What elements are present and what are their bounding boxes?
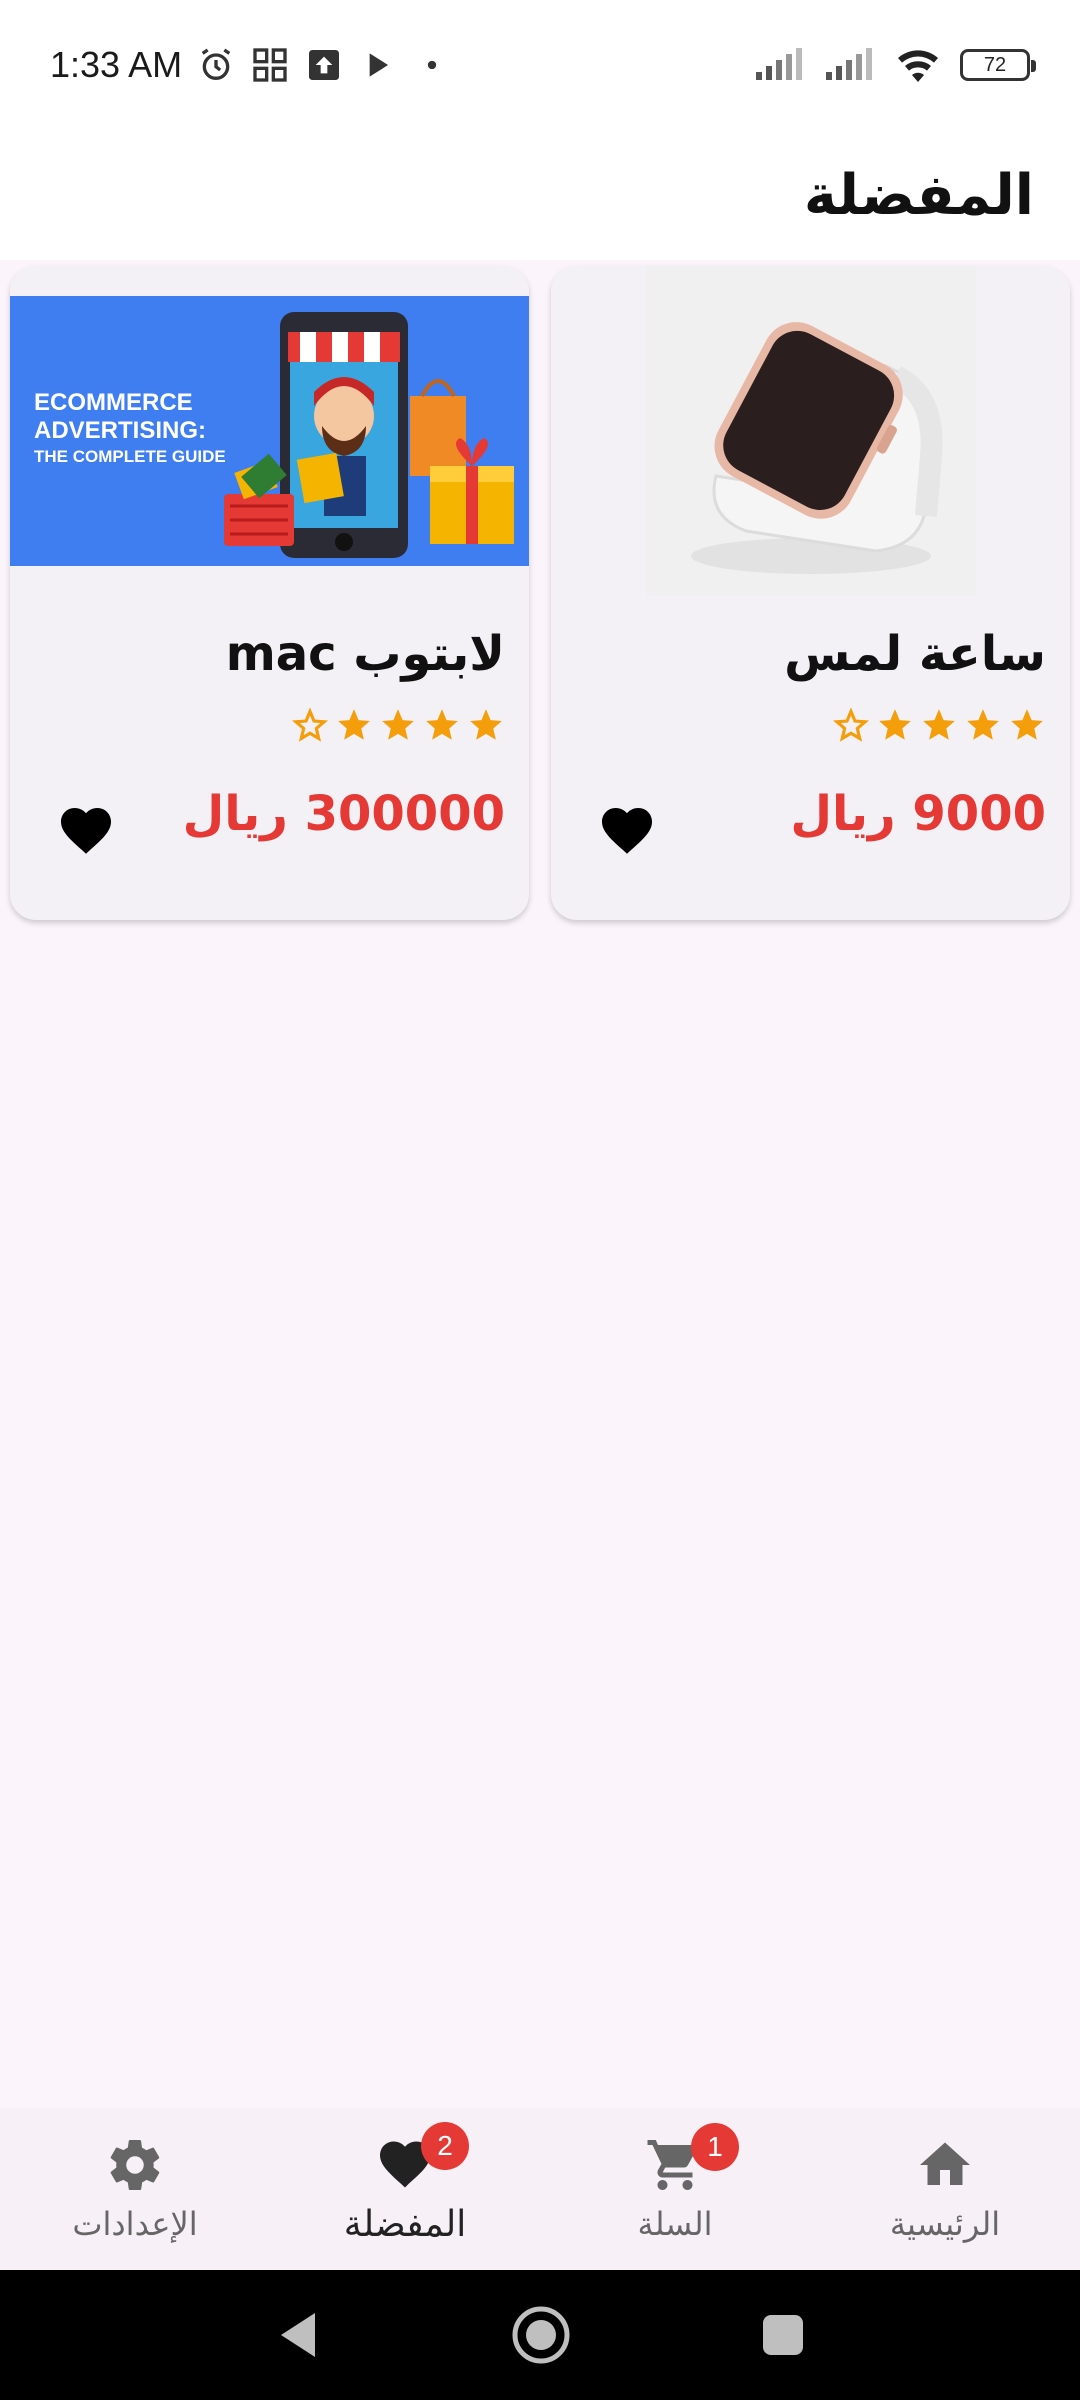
rating-stars: [291, 706, 505, 744]
status-left: 1:33 AM: [50, 44, 452, 86]
ad-text-2: ADVERTISING:: [34, 417, 206, 444]
heart-icon: [61, 808, 111, 854]
back-icon[interactable]: [275, 2309, 321, 2361]
star-filled-icon: [426, 709, 458, 740]
play-icon: [369, 53, 389, 77]
screen: 1:33 AM 72 المفضلة ساعة لمس 9000 ريال EC…: [0, 0, 1080, 2400]
product-card[interactable]: ECOMMERCE ADVERTISING: THE COMPLETE GUID…: [10, 266, 529, 920]
nav-label: السلة: [637, 2205, 713, 2243]
heart-icon: [602, 808, 652, 854]
star-filled-icon: [382, 709, 414, 740]
product-price: 9000 ريال: [790, 786, 1046, 842]
star-filled-icon: [923, 709, 955, 740]
star-outline-icon: [291, 707, 329, 742]
star-filled-icon: [1011, 709, 1043, 740]
gear-icon: [110, 2140, 160, 2191]
battery-level: 72: [983, 53, 1007, 76]
nav-item-settings[interactable]: الإعدادات: [0, 2108, 270, 2270]
home-circle-icon[interactable]: [511, 2305, 571, 2365]
system-nav-bar: [0, 2270, 1080, 2400]
nav-item-home[interactable]: الرئيسية: [810, 2108, 1080, 2270]
home-icon: [920, 2142, 970, 2185]
dot-icon: [427, 60, 437, 70]
favorite-button[interactable]: [595, 796, 659, 860]
signal-icon: [826, 48, 872, 80]
star-filled-icon: [879, 709, 911, 740]
star-outline-icon: [832, 707, 870, 742]
rating-stars: [832, 706, 1046, 744]
product-title: لابتوب mac: [225, 626, 505, 682]
status-right: 72: [754, 46, 1036, 84]
product-card[interactable]: ساعة لمس 9000 ريال: [551, 266, 1070, 920]
nav-item-favorites[interactable]: 2 المفضلة: [270, 2108, 540, 2270]
ad-text-1: ECOMMERCE: [34, 389, 193, 416]
ad-text-3: THE COMPLETE GUIDE: [34, 447, 226, 466]
app-header: المفضلة: [0, 130, 1080, 260]
favorites-badge: 2: [421, 2121, 469, 2170]
alarm-icon: [201, 48, 231, 80]
nav-label: المفضلة: [343, 2203, 467, 2245]
heart-icon-wrap: 2: [375, 2121, 469, 2194]
wifi-icon: [898, 50, 938, 82]
favorites-grid: ساعة لمس 9000 ريال ECOMMERCE ADVERTISING…: [10, 266, 1070, 920]
product-price: 300000 ريال: [182, 786, 505, 842]
signal-icon: [756, 48, 802, 80]
nav-label: الرئيسية: [889, 2205, 1001, 2243]
status-time: 1:33 AM: [50, 44, 183, 85]
upload-icon: [309, 50, 340, 80]
recents-icon[interactable]: [761, 2313, 805, 2357]
page-title: المفضلة: [803, 162, 1034, 228]
ecommerce-advertising-image: ECOMMERCE ADVERTISING: THE COMPLETE GUID…: [10, 266, 529, 596]
battery-icon: 72: [960, 49, 1036, 81]
star-filled-icon: [338, 709, 370, 740]
favorite-button[interactable]: [54, 796, 118, 860]
smartwatch-image: [551, 266, 1070, 596]
apps-grid-icon: [253, 48, 287, 82]
cart-icon-wrap: 1: [645, 2123, 739, 2195]
nav-label: الإعدادات: [72, 2205, 198, 2243]
cart-badge: 1: [691, 2123, 739, 2171]
bottom-nav: الرئيسية 1 السلة 2 المفضلة الإعدادات: [0, 2108, 1080, 2270]
star-filled-icon: [967, 709, 999, 740]
status-bar: 1:33 AM 72: [0, 0, 1080, 130]
star-filled-icon: [470, 709, 502, 740]
product-title: ساعة لمس: [784, 626, 1046, 682]
nav-item-cart[interactable]: 1 السلة: [540, 2108, 810, 2270]
